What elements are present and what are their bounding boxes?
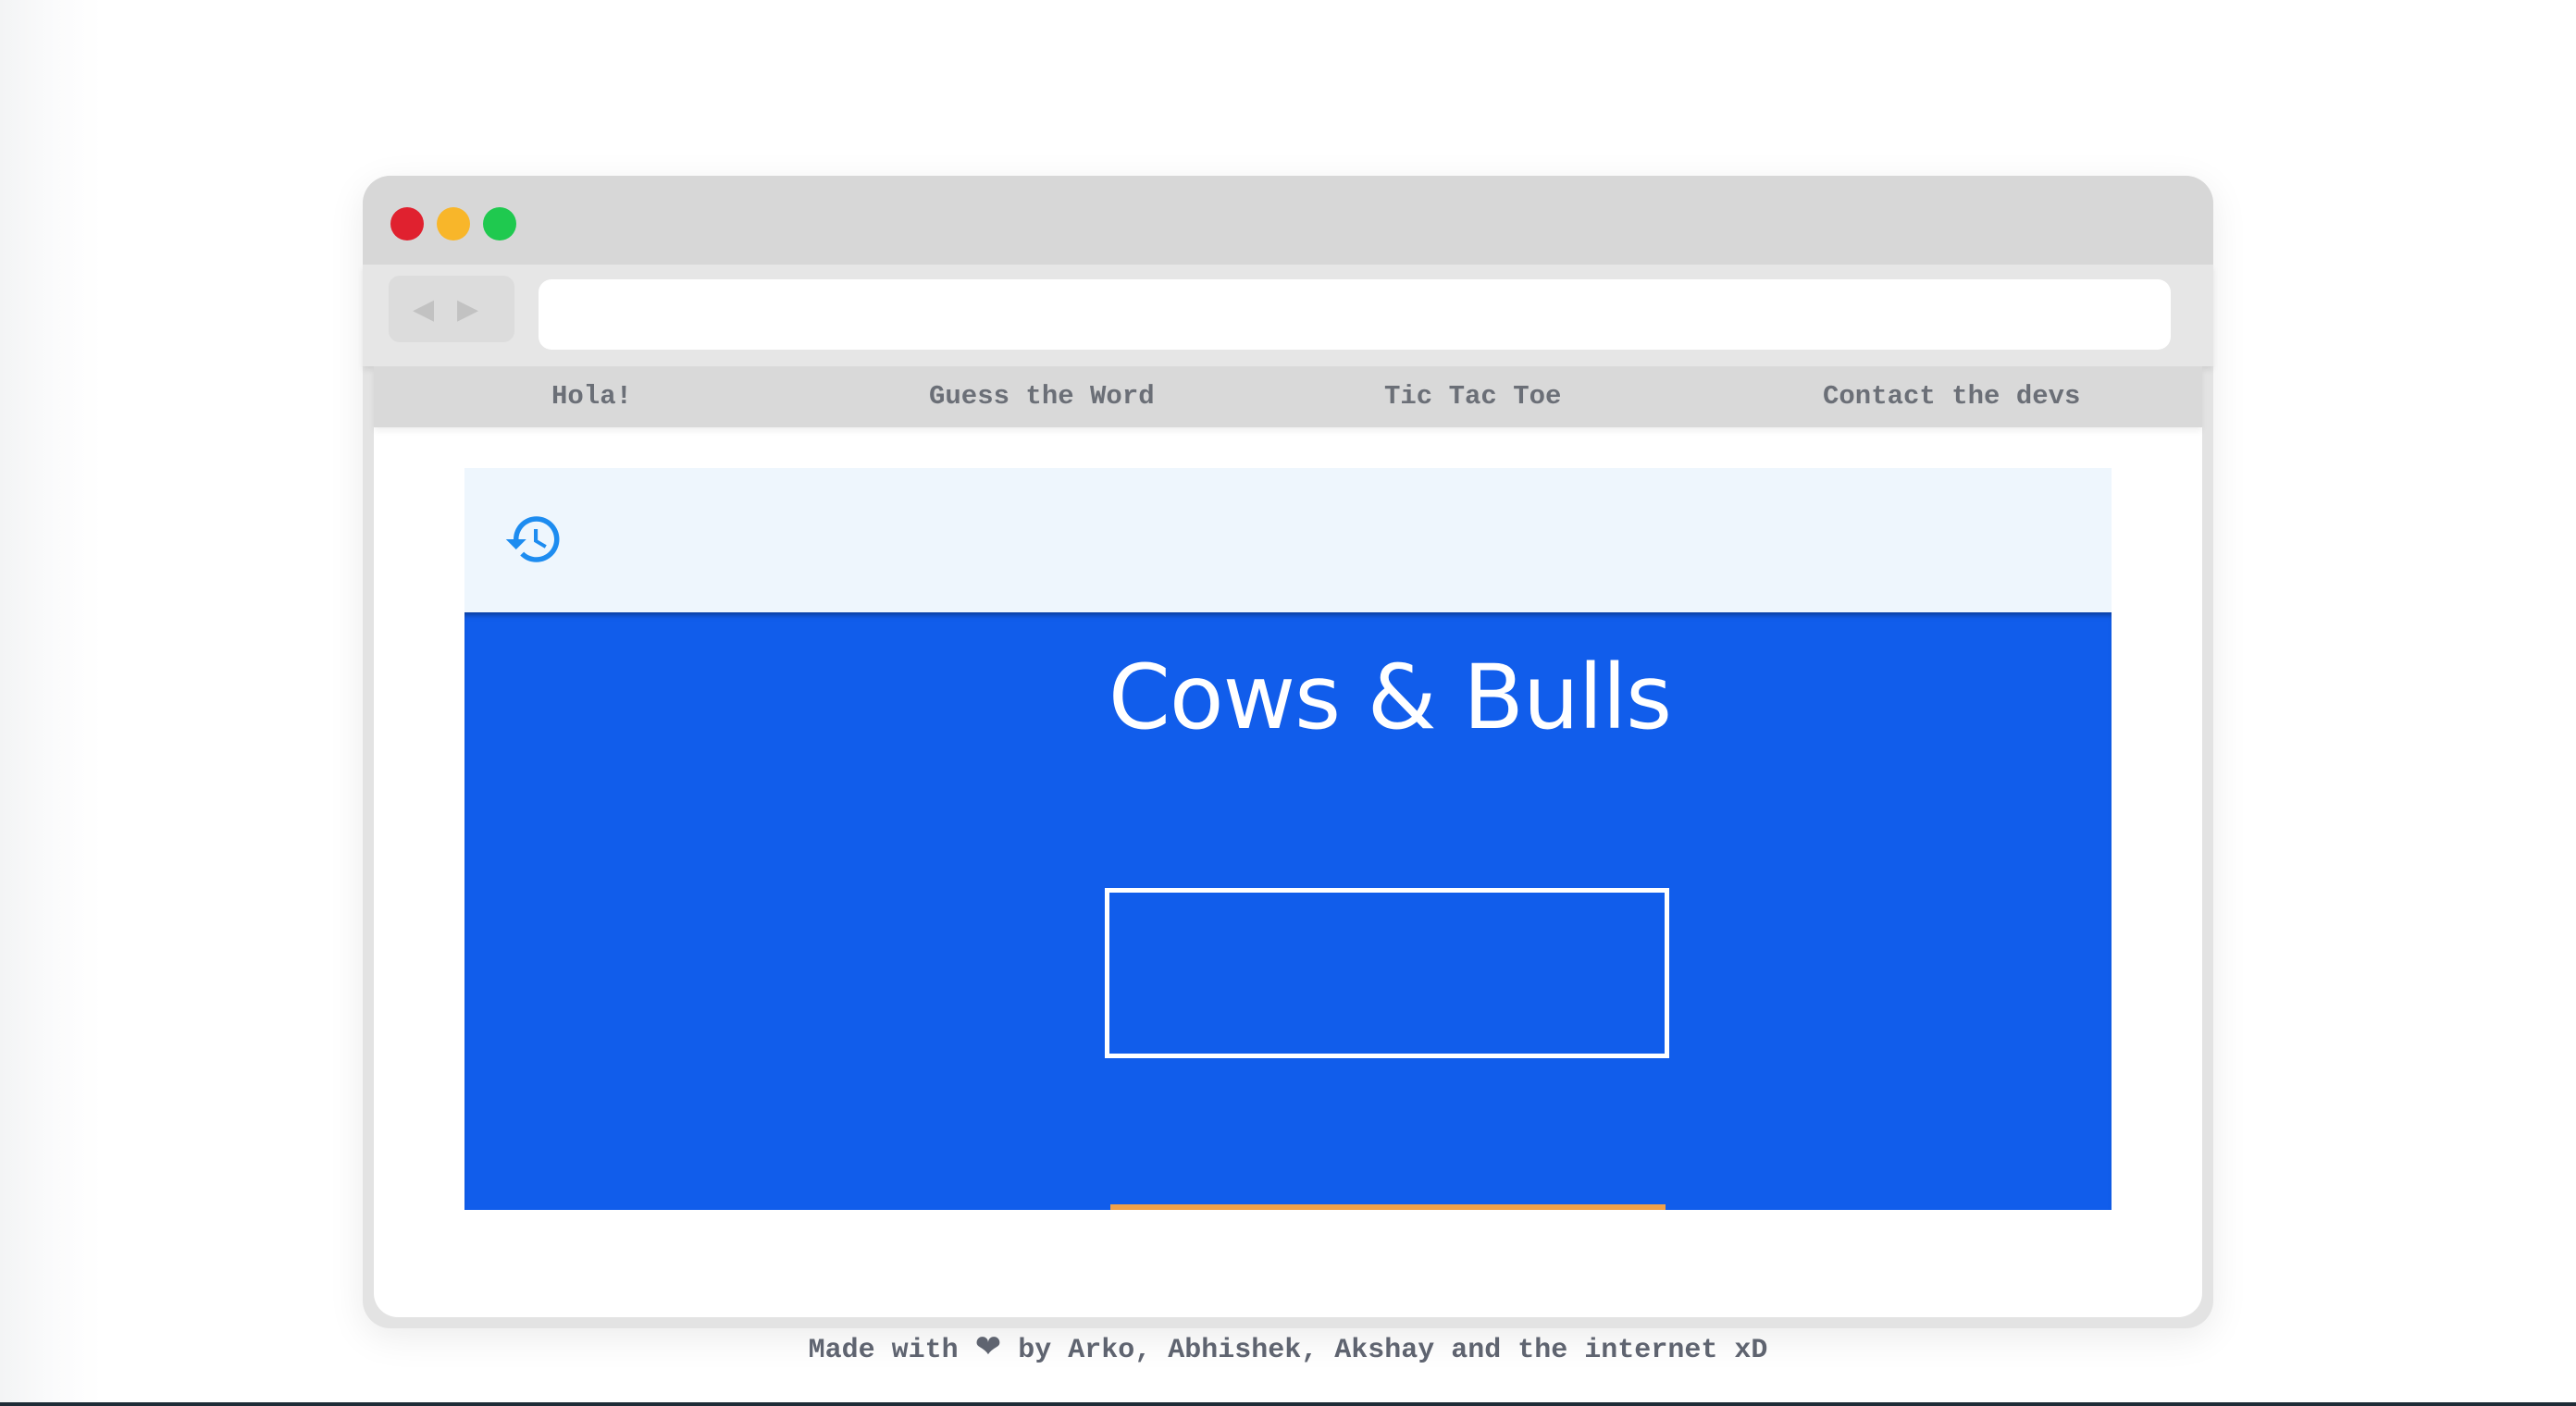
nav-link-tic-tac-toe[interactable]: Tic Tac Toe	[1384, 381, 1561, 412]
footer-credits: by Arko, Abhishek, Akshay and the intern…	[1018, 1335, 1768, 1366]
footer: Made with ❤ by Arko, Abhishek, Akshay an…	[0, 1328, 2576, 1366]
back-arrow-icon[interactable]: ◀	[413, 296, 434, 324]
game-panel: Cows & Bulls	[464, 612, 2112, 1210]
submit-button[interactable]	[1110, 1204, 1666, 1210]
history-nav-buttons: ◀ ▶	[389, 276, 514, 342]
forward-arrow-icon[interactable]: ▶	[457, 296, 478, 324]
heart-icon: ❤	[974, 1328, 1002, 1365]
page-content: Hola! Guess the Word Tic Tac Toe Contact…	[374, 366, 2202, 1317]
minimize-window-button[interactable]	[437, 207, 470, 240]
page: ◀ ▶ Hola! Guess the Word Tic Tac Toe Con…	[0, 0, 2576, 1406]
top-navigation: Hola! Guess the Word Tic Tac Toe Contact…	[374, 366, 2202, 427]
bottom-edge	[0, 1402, 2576, 1406]
nav-link-guess-the-word[interactable]: Guess the Word	[929, 381, 1155, 412]
window-titlebar	[363, 176, 2213, 265]
close-window-button[interactable]	[390, 207, 424, 240]
nav-link-hola[interactable]: Hola!	[551, 381, 632, 412]
guess-input[interactable]	[1105, 888, 1669, 1058]
history-bar	[464, 468, 2112, 612]
address-bar[interactable]	[539, 279, 2171, 350]
game-title: Cows & Bulls	[1108, 646, 1672, 749]
history-icon[interactable]	[503, 509, 564, 570]
browser-window: ◀ ▶ Hola! Guess the Word Tic Tac Toe Con…	[363, 176, 2213, 1328]
footer-prefix: Made with	[808, 1335, 959, 1366]
nav-link-contact-the-devs[interactable]: Contact the devs	[1823, 381, 2080, 412]
maximize-window-button[interactable]	[483, 207, 516, 240]
